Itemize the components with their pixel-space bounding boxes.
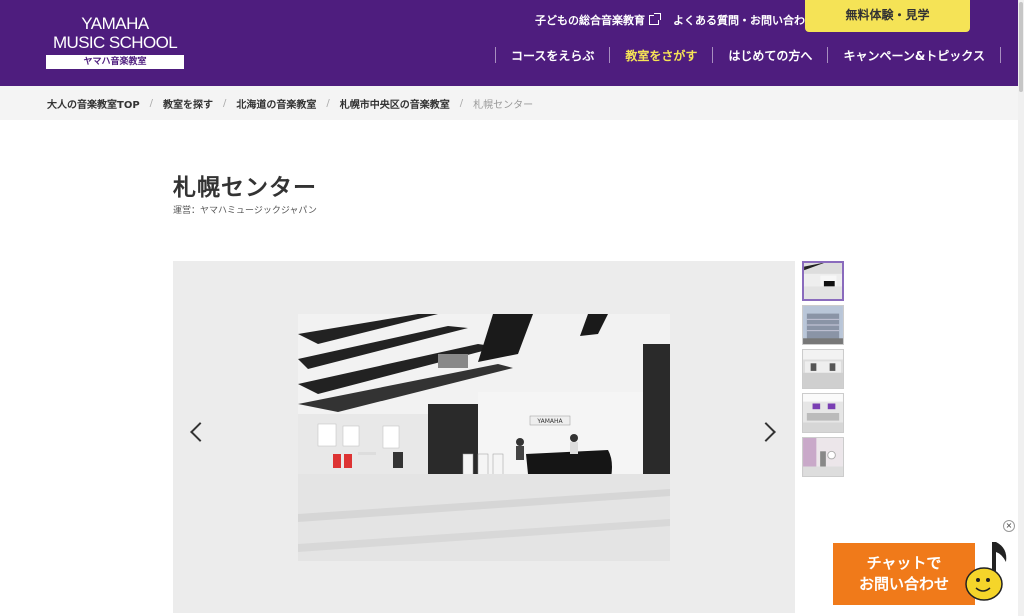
photo-gallery: YAMAHA [173,261,795,613]
chevron-right-icon[interactable] [756,422,776,442]
logo-line2: MUSIC SCHOOL [52,33,178,52]
close-icon[interactable]: × [1003,520,1015,532]
nav-item-courses[interactable]: コースをえらぶ [496,47,609,64]
breadcrumb-separator: / [223,97,227,109]
thumbnail-2-image [803,306,843,344]
thumbnail-5[interactable] [802,437,844,477]
free-trial-button[interactable]: 無料体験・見学 [805,0,970,32]
chat-label-line1: チャットで [866,554,942,572]
site-header: YAMAHA MUSIC SCHOOL ヤマハ音楽教室 子どもの総合音楽教育 よ… [0,0,1024,86]
main-nav: コースをえらぶ 教室をさがす はじめての方へ キャンペーン&トピックス [495,44,1001,66]
yamaha-music-school-logo[interactable]: YAMAHA MUSIC SCHOOL ヤマハ音楽教室 [45,15,185,69]
nav-item-campaigns[interactable]: キャンペーン&トピックス [828,47,1000,64]
breadcrumb: 大人の音楽教室TOP / 教室を探す / 北海道の音楽教室 / 札幌市中央区の音… [47,86,533,120]
lobby-photo: YAMAHA [298,314,670,561]
chat-label-line2: お問い合わせ [858,575,949,593]
breadcrumb-separator: / [149,97,154,109]
chevron-left-icon[interactable] [190,422,210,442]
thumbnail-2[interactable] [802,305,844,345]
photo-sign-text: YAMAHA [536,418,563,425]
thumbnail-1-image [804,263,842,299]
breadcrumb-separator: / [459,97,464,109]
thumbnail-4[interactable] [802,393,844,433]
chat-contact-button[interactable]: チャットで お問い合わせ [833,543,975,605]
nav-item-first-time[interactable]: はじめての方へ [713,47,827,64]
gallery-thumbnails [802,261,844,481]
link-kids-education-label: 子どもの総合音楽教育 [535,14,645,27]
breadcrumb-item-current: 札幌センター [473,99,534,111]
breadcrumb-item-find[interactable]: 教室を探す [163,96,213,111]
link-faq-contact[interactable]: よくある質問・お問い合わせ [673,12,816,28]
breadcrumb-bar: 大人の音楽教室TOP / 教室を探す / 北海道の音楽教室 / 札幌市中央区の音… [0,86,1018,120]
thumbnail-3[interactable] [802,349,844,389]
logo-line1: YAMAHA [81,14,149,33]
thumbnail-1[interactable] [802,261,844,301]
operator-text: 運営：ヤマハミュージックジャパン [173,206,317,216]
external-link-icon [649,13,661,25]
breadcrumb-item-top[interactable]: 大人の音楽教室TOP [47,96,140,111]
breadcrumb-separator: / [326,97,330,109]
page-scrollbar[interactable] [1018,0,1024,616]
scrollbar-thumb[interactable] [1019,2,1023,92]
nav-divider [999,47,1001,63]
logo-sub: ヤマハ音楽教室 [46,55,184,69]
thumbnail-3-image [803,350,843,388]
thumbnail-4-image [803,394,843,432]
music-note-mascot-icon[interactable] [962,538,1012,608]
link-kids-education[interactable]: 子どもの総合音楽教育 [535,12,661,28]
utility-nav: 子どもの総合音楽教育 よくある質問・お問い合わせ [535,12,816,28]
page-title: 札幌センター [173,175,317,201]
lobby-photo-image: YAMAHA [298,314,670,561]
breadcrumb-item-chuo[interactable]: 札幌市中央区の音楽教室 [340,96,450,111]
breadcrumb-item-hokkaido[interactable]: 北海道の音楽教室 [236,96,316,111]
thumbnail-5-image [803,438,843,476]
nav-item-find-school[interactable]: 教室をさがす [610,47,712,64]
